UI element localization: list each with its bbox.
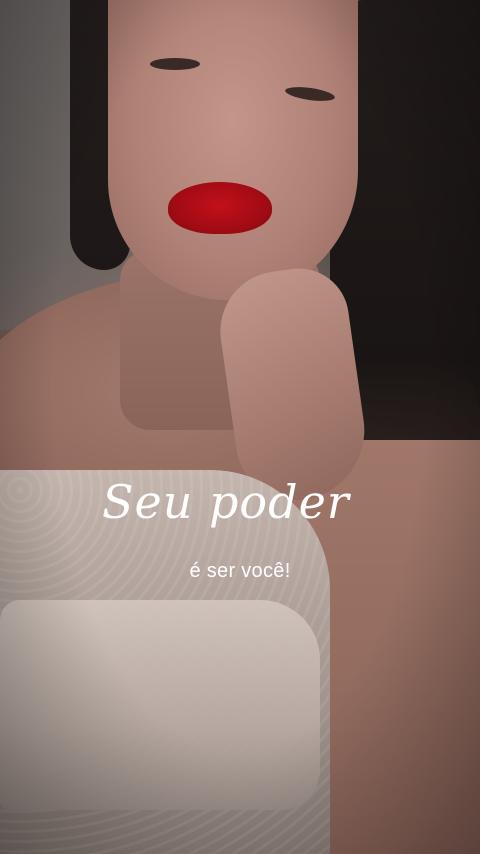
caption-text: é ser você! xyxy=(189,560,291,582)
headline-text: Seu poder xyxy=(102,475,352,529)
story-photo: Seu poder é ser você! xyxy=(0,0,480,854)
vignette-overlay xyxy=(0,0,480,854)
headline-script: Seu poder xyxy=(102,475,352,529)
